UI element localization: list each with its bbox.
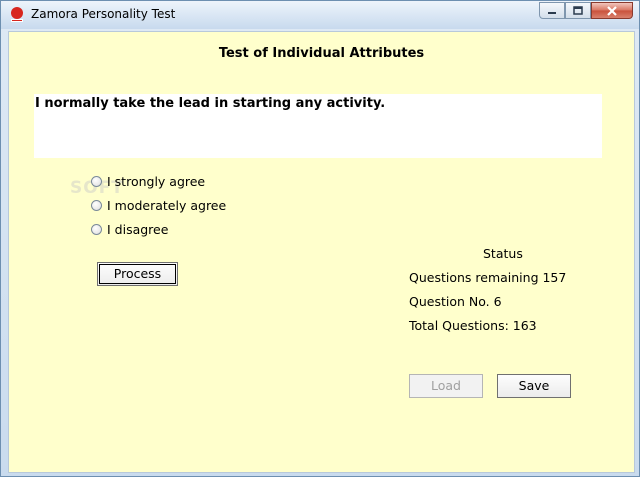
process-button[interactable]: Process: [97, 262, 178, 286]
total-questions: Total Questions: 163: [409, 318, 537, 333]
radio-button[interactable]: [91, 176, 102, 187]
radio-button[interactable]: [91, 200, 102, 211]
question-display: I normally take the lead in starting any…: [34, 94, 602, 158]
test-panel: Test of Individual Attributes I normally…: [8, 31, 635, 473]
question-number: Question No. 6: [409, 294, 502, 309]
option-disagree[interactable]: I disagree: [91, 222, 168, 237]
load-button[interactable]: Load: [409, 374, 483, 398]
window-controls: [539, 2, 633, 19]
zamora-app-icon: [11, 7, 23, 22]
radio-button[interactable]: [91, 224, 102, 235]
save-button[interactable]: Save: [497, 374, 571, 398]
app-window: Zamora Personality Test Test of Individu…: [0, 0, 640, 477]
option-label: I disagree: [107, 222, 169, 237]
option-moderately-agree[interactable]: I moderately agree: [91, 198, 226, 213]
question-text: I normally take the lead in starting any…: [35, 96, 386, 111]
option-label: I moderately agree: [107, 198, 227, 213]
questions-remaining: Questions remaining 157: [409, 270, 567, 285]
window-title: Zamora Personality Test: [31, 7, 176, 21]
maximize-button[interactable]: [565, 2, 591, 19]
option-label: I strongly agree: [107, 174, 206, 189]
maximize-icon: [573, 6, 583, 15]
close-icon: [607, 5, 617, 16]
close-button[interactable]: [591, 2, 633, 19]
status-title: Status: [483, 246, 523, 261]
minimize-icon: [548, 11, 556, 14]
title-bar[interactable]: Zamora Personality Test: [1, 1, 639, 29]
minimize-button[interactable]: [539, 2, 565, 19]
page-title: Test of Individual Attributes: [218, 46, 425, 61]
option-strongly-agree[interactable]: I strongly agree: [91, 174, 205, 189]
